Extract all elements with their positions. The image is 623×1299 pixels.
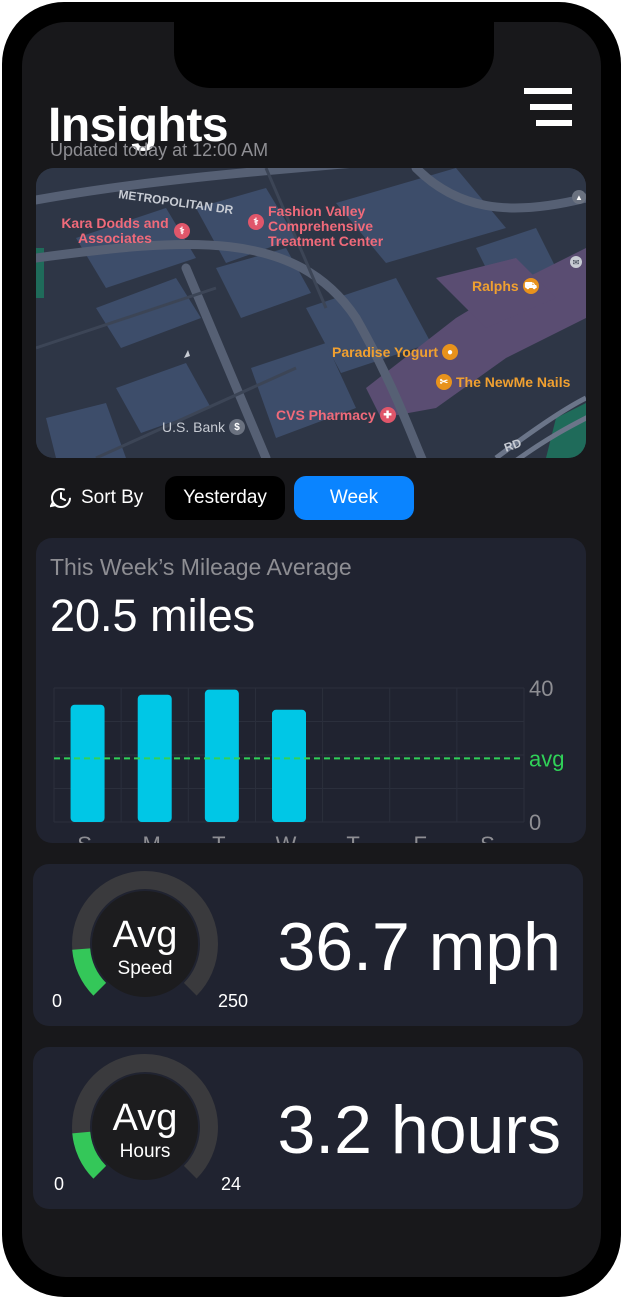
cart-icon: ⛟ (522, 278, 539, 294)
poi-label: Ralphs (472, 277, 519, 294)
chart-x-tick-label: T (346, 832, 359, 843)
speed-gauge-subtitle: Speed (117, 958, 173, 979)
mail-icon[interactable]: ✉ (570, 256, 582, 268)
avg-hours-value: 3.2 hours (277, 1092, 561, 1168)
poi-label: Paradise Yogurt (332, 343, 439, 360)
poi-label: Fashion Valley Comprehensive Treatment C… (268, 203, 384, 249)
screen: Insights Updated today at 12:00 AM METRO… (22, 22, 601, 1277)
school-icon[interactable]: ▲ (572, 190, 586, 204)
updated-timestamp: Updated today at 12:00 AM (50, 140, 269, 160)
poi-label: Kara Dodds and Associates (61, 215, 169, 246)
medical-icon: ⚕ (248, 214, 264, 230)
chart-bar (204, 689, 239, 822)
chart-bar (70, 704, 105, 822)
speed-gauge-title: Avg (112, 914, 178, 956)
chart-x-tick-label: F (414, 832, 427, 843)
salon-icon: ✂ (436, 374, 452, 390)
device-notch (174, 22, 494, 88)
avg-speed-value: 36.7 mph (277, 909, 561, 985)
sort-week-button[interactable]: Week (294, 476, 414, 520)
chart-y-tick-label: 40 (529, 676, 553, 701)
sort-yesterday-button[interactable]: Yesterday (165, 476, 285, 520)
poi-label: CVS Pharmacy (276, 406, 376, 423)
bank-icon: $ (229, 419, 246, 435)
poi-ralphs[interactable]: Ralphs ⛟ (472, 278, 539, 294)
sort-by-label: Sort By (81, 487, 144, 508)
hours-gauge-subtitle: Hours (119, 1141, 171, 1162)
avg-hours-card: Avg Hours 0 24 3.2 hours (33, 1047, 583, 1209)
pharmacy-icon: ✚ (379, 407, 396, 423)
map-view[interactable]: METROPOLITAN DR RD Kara Dodds and Associ… (36, 168, 586, 458)
mileage-bar-chart: S M T W T F Savg 40 0 (53, 676, 564, 843)
ice-cream-icon: ● (442, 344, 459, 360)
chart-average-label: avg (529, 746, 564, 771)
medical-icon: ⚕ (174, 223, 190, 239)
chart-y-tick-label: 0 (529, 810, 541, 835)
hamburger-menu-icon[interactable] (524, 88, 572, 126)
hours-gauge-min: 0 (54, 1174, 65, 1194)
poi-label: The NewMe Nails (456, 373, 571, 390)
speed-gauge-min: 0 (52, 991, 63, 1011)
mileage-card: This Week’s Mileage Average 20.5 miles S… (36, 538, 586, 843)
poi-newme-nails[interactable]: ✂ The NewMe Nails (436, 374, 570, 390)
hours-gauge-max: 24 (221, 1174, 242, 1194)
chart-x-tick-label: S (77, 832, 92, 843)
chart-x-tick-label: W (276, 832, 297, 843)
poi-paradise-yogurt[interactable]: Paradise Yogurt ● (332, 343, 459, 360)
poi-kara-dodds[interactable]: Kara Dodds and Associates ⚕ (60, 216, 190, 246)
hours-gauge-title: Avg (112, 1097, 178, 1139)
sort-clock-icon (50, 488, 71, 508)
poi-label: U.S. Bank (162, 418, 226, 435)
speed-gauge-max: 250 (218, 991, 249, 1011)
chart-bar (272, 709, 306, 822)
poi-cvs[interactable]: CVS Pharmacy ✚ (276, 407, 396, 423)
avg-speed-card: Avg Speed 0 250 36.7 mph (33, 864, 583, 1026)
chart-x-tick-label: S (480, 832, 495, 843)
chart-x-tick-label: T (212, 832, 225, 843)
chart-x-tick-label: M (143, 832, 161, 843)
poi-fashion-valley[interactable]: ⚕ Fashion Valley Comprehensive Treatment… (248, 204, 398, 249)
poi-us-bank[interactable]: U.S. Bank $ (162, 418, 246, 435)
